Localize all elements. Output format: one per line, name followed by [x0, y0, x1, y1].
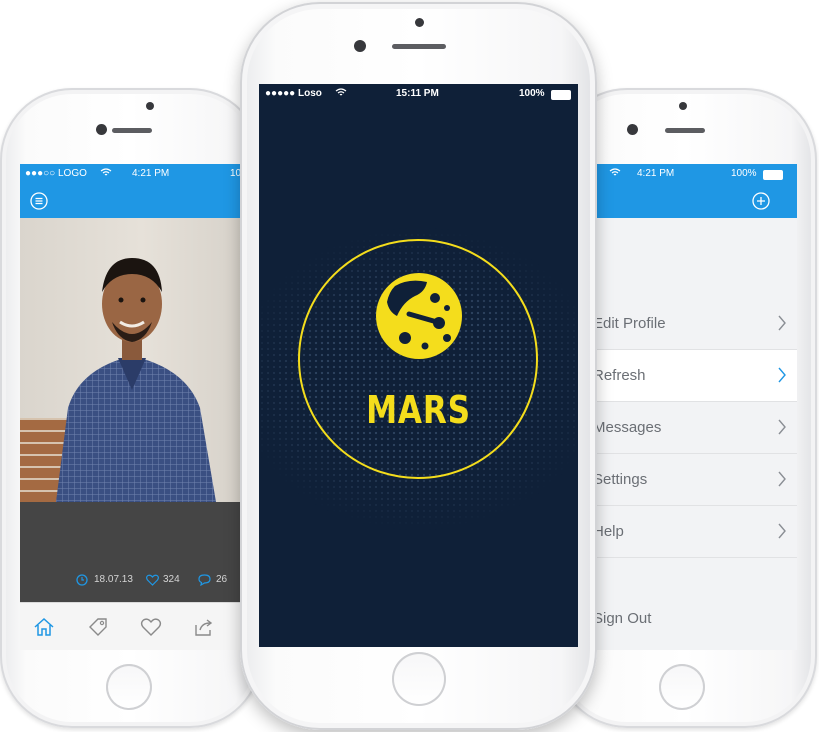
post-info-bar: 18.07.13 324 26 [20, 502, 242, 602]
menu-item-label: Settings [593, 471, 648, 488]
wifi-icon [335, 88, 347, 100]
heart-icon[interactable] [146, 574, 159, 589]
sensor-dot [146, 102, 154, 110]
share-icon[interactable] [192, 615, 216, 639]
clock-time: 4:21 PM [637, 168, 675, 179]
carrier-label: ●●●○○ LOGO [25, 168, 87, 179]
navigation-bar [575, 184, 797, 218]
earpiece [392, 44, 446, 49]
front-camera [96, 124, 107, 135]
status-bar: ● 4:21 PM 100% [575, 164, 797, 184]
post-date: 18.07.13 [94, 574, 133, 585]
menu-item-label: Edit Profile [593, 315, 666, 332]
menu-item-refresh[interactable]: Refresh [575, 350, 797, 402]
home-button[interactable] [106, 664, 152, 710]
status-bar: ●●●●● Loso 15:11 PM 100% [259, 84, 578, 104]
wifi-icon [100, 168, 112, 180]
menu-item-help[interactable]: Help [575, 506, 797, 558]
battery-icon [763, 170, 783, 180]
earpiece [665, 128, 705, 133]
battery-icon [551, 90, 571, 100]
center-phone: ●●●●● Loso 15:11 PM 100% MARS [240, 2, 597, 730]
comment-icon[interactable] [198, 574, 211, 589]
clock-time: 15:11 PM [396, 88, 439, 99]
menu-item-label: Help [593, 523, 624, 540]
sensor-dot [679, 102, 687, 110]
home-icon[interactable] [32, 615, 56, 639]
front-camera [354, 40, 366, 52]
chevron-right-icon [778, 367, 786, 383]
chevron-right-icon [778, 315, 786, 331]
hamburger-icon[interactable] [30, 192, 48, 210]
battery-label: 100% [519, 88, 545, 99]
chevron-right-icon [778, 471, 786, 487]
navigation-bar [20, 184, 242, 218]
chevron-right-icon [778, 523, 786, 539]
splash-screen: ●●●●● Loso 15:11 PM 100% MARS [259, 84, 578, 647]
like-count: 324 [163, 574, 180, 585]
menu-item-edit-profile[interactable]: Edit Profile [575, 298, 797, 350]
left-phone: ●●●○○ LOGO 4:21 PM 10 18.07.13 324 26 [0, 88, 262, 728]
home-button[interactable] [659, 664, 705, 710]
planet-logo-icon [376, 273, 462, 359]
side-menu-screen: ● 4:21 PM 100% Edit Profile Refresh Mess… [575, 164, 797, 650]
clock-icon [76, 574, 88, 589]
menu-item-settings[interactable]: Settings [575, 454, 797, 506]
status-bar: ●●●○○ LOGO 4:21 PM 10 [20, 164, 242, 184]
person-figure [56, 258, 216, 502]
tag-icon[interactable] [86, 615, 110, 639]
sign-out-button[interactable]: Sign Out [593, 610, 651, 627]
menu-item-label: Refresh [593, 367, 646, 384]
profile-post-screen: ●●●○○ LOGO 4:21 PM 10 18.07.13 324 26 [20, 164, 242, 650]
clock-time: 4:21 PM [132, 168, 170, 179]
front-camera [627, 124, 638, 135]
tab-bar [20, 602, 242, 650]
menu-item-messages[interactable]: Messages [575, 402, 797, 454]
earpiece [112, 128, 152, 133]
carrier-label: ●●●●● Loso [265, 88, 322, 99]
sensor-dot [415, 18, 424, 27]
heart-outline-icon[interactable] [139, 615, 163, 639]
app-title: MARS [366, 388, 471, 432]
menu-item-label: Messages [593, 419, 662, 436]
plus-circle-icon[interactable] [752, 192, 770, 210]
wifi-icon [609, 168, 621, 180]
profile-photo[interactable] [20, 218, 242, 502]
comment-count: 26 [216, 574, 228, 585]
chevron-right-icon [778, 419, 786, 435]
home-button[interactable] [392, 652, 446, 706]
battery-label: 100% [731, 168, 757, 179]
